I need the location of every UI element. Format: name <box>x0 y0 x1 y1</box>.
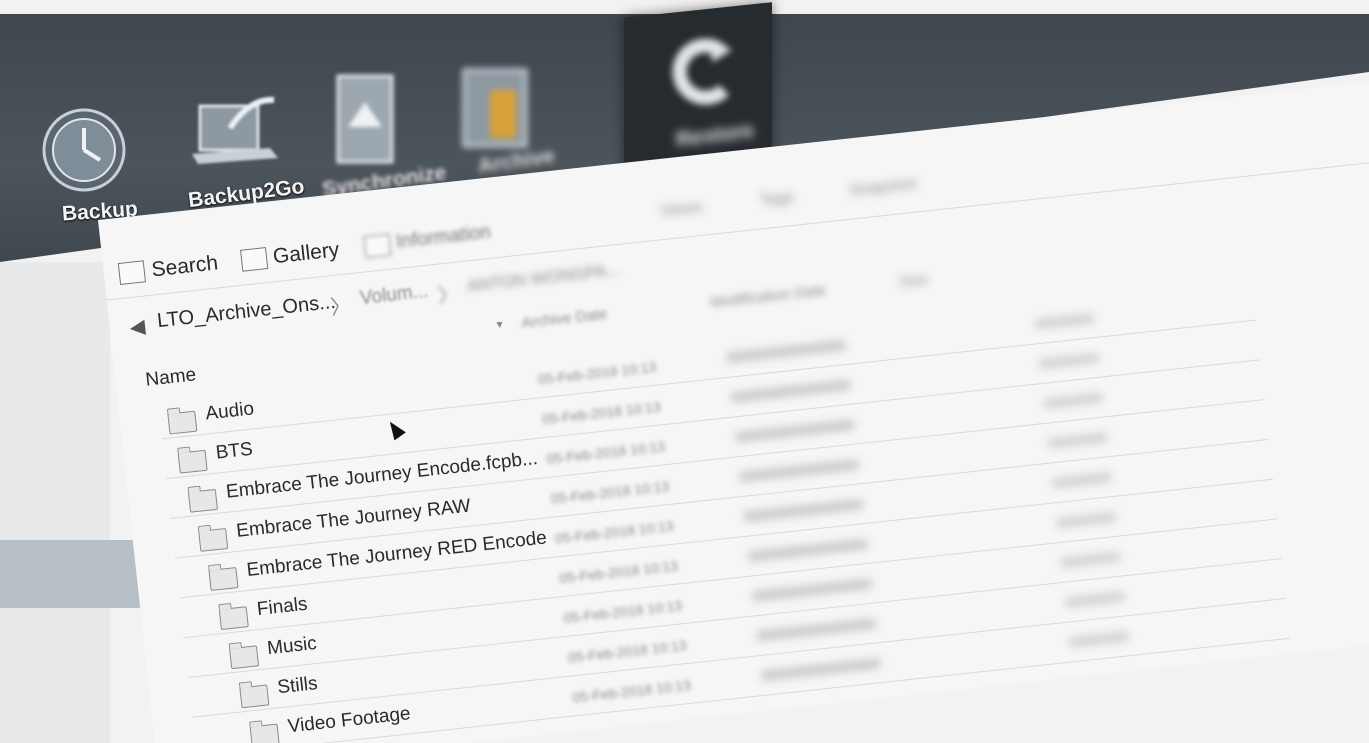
size-cell <box>1060 551 1121 569</box>
size-cell <box>1055 511 1117 529</box>
sidebar <box>0 262 110 743</box>
file-name[interactable]: Audio <box>204 398 255 425</box>
tab-gallery[interactable]: Gallery <box>272 238 341 269</box>
modification-date-cell <box>730 379 851 403</box>
folder-icon <box>218 606 249 631</box>
folder-icon <box>249 723 280 743</box>
file-name[interactable]: Embrace The Journey RAW <box>235 495 471 542</box>
search-icon[interactable] <box>117 260 146 285</box>
modification-date-cell <box>726 339 847 363</box>
column-header-archive-date[interactable]: Archive Date <box>521 306 608 332</box>
modification-date-cell <box>756 618 877 642</box>
information-icon[interactable] <box>363 233 392 259</box>
back-arrow-icon[interactable]: ◀ <box>128 314 147 341</box>
table-row-divider <box>161 319 1256 440</box>
file-name[interactable]: BTS <box>215 439 254 465</box>
view-option-3[interactable]: Snapshot <box>848 175 917 200</box>
file-name[interactable]: Video Footage <box>287 703 412 738</box>
archive-date-cell: 05-Feb-2018 10:13 <box>536 358 658 388</box>
app-window: Backup Backup2Go Synchronize Archive Res… <box>0 0 1369 743</box>
file-name[interactable]: Finals <box>256 594 309 621</box>
folder-icon <box>167 410 198 435</box>
size-cell <box>1034 312 1095 330</box>
folder-icon <box>198 527 229 552</box>
breadcrumb-item[interactable]: LTO_Archive_Ons... <box>156 291 337 333</box>
size-cell <box>1038 352 1100 370</box>
archive-date-cell: 05-Feb-2018 10:13 <box>545 438 666 467</box>
size-cell <box>1068 631 1130 648</box>
size-cell <box>1051 472 1113 489</box>
archive-date-cell: 05-Feb-2018 10:13 <box>562 597 683 626</box>
tab-search[interactable]: Search <box>150 251 219 282</box>
modification-date-cell <box>734 419 856 443</box>
folder-icon <box>187 488 218 513</box>
file-name[interactable]: Stills <box>276 673 318 699</box>
column-header-size[interactable]: Size <box>898 271 929 291</box>
file-name[interactable]: Music <box>266 633 318 660</box>
view-option-1[interactable]: Views <box>659 199 703 221</box>
breadcrumb-separator: 〉 <box>437 283 460 308</box>
clock-icon[interactable] <box>42 108 126 197</box>
sort-indicator-icon: ▾ <box>495 316 504 332</box>
size-cell <box>1047 432 1108 449</box>
breadcrumb-separator: 〉 <box>329 295 352 320</box>
gallery-icon[interactable] <box>240 247 269 272</box>
modification-date-cell <box>743 499 864 522</box>
modification-date-cell <box>738 459 860 483</box>
modification-date-cell <box>747 538 869 562</box>
folder-icon <box>229 645 260 670</box>
tab-information[interactable]: Information <box>395 222 492 254</box>
archive-date-cell: 05-Feb-2018 10:13 <box>541 398 662 428</box>
archive-date-cell: 05-Feb-2018 10:13 <box>558 557 679 587</box>
folder-icon <box>208 567 239 591</box>
column-header-name[interactable]: Name <box>144 364 197 391</box>
column-header-modification-date[interactable]: Modification Date <box>710 282 827 311</box>
restore-arrow-icon[interactable] <box>666 32 736 117</box>
archive-box-icon[interactable] <box>460 62 538 159</box>
archive-date-cell: 05-Feb-2018 10:13 <box>554 517 675 547</box>
breadcrumb-item[interactable]: Volum... <box>359 281 430 310</box>
archive-date-cell: 05-Feb-2018 10:13 <box>567 636 688 666</box>
view-option-2[interactable]: Tags <box>759 189 795 211</box>
sync-icon[interactable] <box>332 72 402 173</box>
modification-date-cell <box>751 578 873 602</box>
size-cell <box>1042 392 1104 409</box>
archive-date-cell: 05-Feb-2018 10:13 <box>549 477 671 507</box>
breadcrumb-item[interactable]: ANTON WONGPA... <box>466 260 622 297</box>
folder-icon <box>177 449 208 474</box>
laptop-icon[interactable] <box>190 88 280 183</box>
size-cell <box>1064 591 1126 608</box>
archive-date-cell: 05-Feb-2018 10:13 <box>571 676 692 706</box>
modification-date-cell <box>760 658 881 682</box>
folder-icon <box>239 684 270 709</box>
